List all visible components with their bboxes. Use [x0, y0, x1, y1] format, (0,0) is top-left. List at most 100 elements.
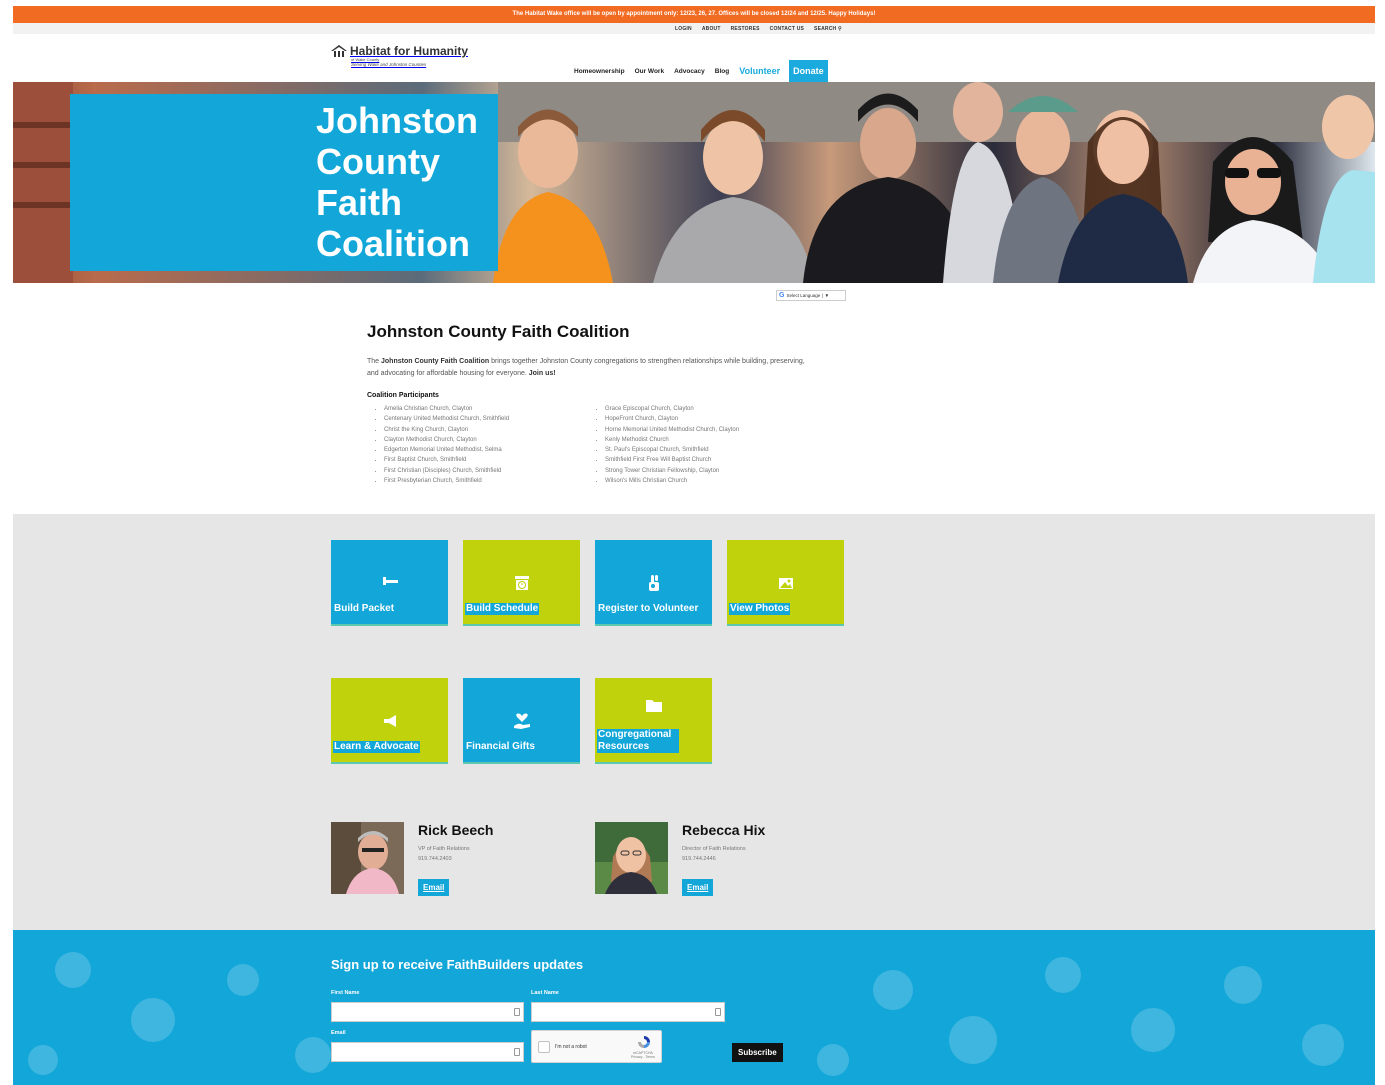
autofill-icon: [514, 1048, 520, 1056]
staff-title: VP of Faith Relations: [418, 846, 470, 852]
tile-financial-gifts[interactable]: Financial Gifts: [463, 678, 580, 764]
chevron-down-icon: | ▼: [822, 293, 830, 298]
nav-our-work[interactable]: Our Work: [635, 68, 665, 75]
list-item: Clayton Methodist Church, Clayton: [384, 435, 509, 445]
tile-label: Financial Gifts: [465, 741, 536, 753]
site-header: Habitat for Humanity of Wake County Serv…: [13, 34, 1375, 82]
avatar: [595, 822, 668, 894]
intro-cta: Join us!: [528, 370, 556, 377]
habitat-house-icon: [331, 45, 347, 57]
list-item: Edgerton Memorial United Methodist, Selm…: [384, 445, 509, 455]
hammer-icon: [381, 574, 399, 592]
tile-label: Register to Volunteer: [597, 603, 700, 615]
recaptcha-label: I'm not a robot: [555, 1044, 587, 1050]
about-link[interactable]: ABOUT: [702, 26, 721, 32]
nav-advocacy[interactable]: Advocacy: [674, 68, 705, 75]
tile-label: Learn & Advocate: [333, 741, 420, 753]
list-item: Grace Episcopal Church, Clayton: [605, 404, 739, 414]
page: The Habitat Wake office will be open by …: [13, 0, 1375, 1085]
recaptcha-terms: Privacy - Terms: [630, 1055, 655, 1059]
search-icon: ⚲: [837, 25, 842, 32]
tile-label: Congregational Resources: [597, 729, 679, 753]
translate-label: Select Language: [786, 293, 821, 298]
first-name-field[interactable]: [331, 1002, 524, 1022]
donate-button[interactable]: Donate: [789, 60, 828, 82]
recaptcha-icon: [638, 1036, 650, 1048]
intro-text-start: The: [367, 358, 382, 365]
list-item: Smithfield First Free Will Baptist Churc…: [605, 455, 739, 465]
nav-blog[interactable]: Blog: [715, 68, 729, 75]
nav-homeownership[interactable]: Homeownership: [574, 68, 625, 75]
logo-tagline: Serving Wake and Johnston Counties: [351, 62, 427, 67]
tile-learn-advocate[interactable]: Learn & Advocate: [331, 678, 448, 764]
participants-list-right: Grace Episcopal Church, Clayton HopeFron…: [588, 404, 739, 486]
signup-section: Sign up to receive FaithBuilders updates…: [13, 930, 1375, 1085]
email-label: Email: [331, 1030, 346, 1036]
staff-phone: 919.744.2446: [682, 856, 716, 862]
list-item: St. Paul's Episcopal Church, Smithfield: [605, 445, 739, 455]
utility-nav: LOGIN ABOUT RESTORES CONTACT US SEARCH ⚲: [675, 23, 842, 34]
contact-us-link[interactable]: CONTACT US: [770, 26, 804, 32]
list-item: Wilson's Mills Christian Church: [605, 476, 739, 486]
logo-name: Habitat for Humanity: [350, 44, 469, 58]
tile-build-schedule[interactable]: Build Schedule: [463, 540, 580, 626]
search-label: SEARCH: [814, 25, 837, 32]
tile-label: Build Schedule: [465, 603, 540, 615]
tile-register-volunteer[interactable]: Register to Volunteer: [595, 540, 712, 626]
staff-name: Rebecca Hix: [682, 822, 766, 838]
photo-icon: [777, 574, 795, 592]
page-title: Johnston County Faith Coalition: [367, 322, 630, 341]
avatar: [331, 822, 404, 894]
intro-section: Johnston County Faith Coalition The John…: [367, 322, 817, 484]
hand-raised-icon: [645, 574, 663, 592]
signup-heading: Sign up to receive FaithBuilders updates: [331, 957, 584, 972]
list-item: Strong Tower Christian Fellowship, Clayt…: [605, 466, 739, 476]
calendar-clock-icon: [513, 574, 531, 592]
subscribe-button[interactable]: Subscribe: [732, 1043, 783, 1062]
first-name-label: First Name: [331, 990, 360, 996]
hero-title: Johnston County Faith Coalition: [316, 100, 478, 264]
last-name-field[interactable]: [531, 1002, 725, 1022]
autofill-icon: [514, 1008, 520, 1016]
recaptcha-widget: I'm not a robot reCAPTCHA Privacy - Terms: [531, 1030, 662, 1063]
staff-phone: 919.744.2403: [418, 856, 452, 862]
email-button[interactable]: Email: [418, 879, 450, 896]
intro-org-name: Johnston County Faith Coalition: [381, 358, 490, 365]
tile-view-photos[interactable]: View Photos: [727, 540, 844, 626]
list-item: Kenly Methodist Church: [605, 435, 739, 445]
list-item: Christ the King Church, Clayton: [384, 425, 509, 435]
list-item: First Christian (Disciples) Church, Smit…: [384, 466, 509, 476]
email-button[interactable]: Email: [682, 879, 714, 896]
participants-list-left: Amelia Christian Church, Clayton Centena…: [367, 404, 509, 486]
resource-tiles-section: Build Packet Build Schedule Register to …: [13, 514, 1375, 930]
staff-name: Rick Beech: [418, 822, 494, 838]
hero-title-box: Johnston County Faith Coalition: [70, 94, 498, 271]
list-item: Centenary United Methodist Church, Smith…: [384, 414, 509, 424]
hero-banner: Johnston County Faith Coalition: [13, 82, 1375, 283]
utility-bar: LOGIN ABOUT RESTORES CONTACT US SEARCH ⚲: [13, 23, 1375, 34]
habitat-logo[interactable]: Habitat for Humanity of Wake County Serv…: [331, 44, 468, 67]
translate-widget[interactable]: G Select Language | ▼: [776, 290, 846, 301]
google-icon: G: [779, 292, 785, 299]
tile-congregational-resources[interactable]: Congregational Resources: [595, 678, 712, 764]
search-link[interactable]: SEARCH ⚲: [814, 26, 842, 32]
participants-heading: Coalition Participants: [367, 392, 439, 399]
autofill-icon: [715, 1008, 721, 1016]
last-name-label: Last Name: [531, 990, 559, 996]
intro-text: The Johnston County Faith Coalition brin…: [367, 356, 817, 380]
recaptcha-checkbox[interactable]: [538, 1041, 550, 1053]
heart-hand-icon: [513, 712, 531, 730]
main-nav: Homeownership Our Work Advocacy Blog Vol…: [574, 60, 828, 82]
tile-build-packet[interactable]: Build Packet: [331, 540, 448, 626]
login-link[interactable]: LOGIN: [675, 26, 692, 32]
list-item: First Baptist Church, Smithfield: [384, 455, 509, 465]
megaphone-icon: [381, 712, 399, 730]
email-field[interactable]: [331, 1042, 524, 1062]
tile-label: Build Packet: [333, 603, 396, 615]
tile-label: View Photos: [729, 603, 791, 615]
list-item: First Presbyterian Church, Smithfield: [384, 476, 509, 486]
list-item: Amelia Christian Church, Clayton: [384, 404, 509, 414]
nav-volunteer[interactable]: Volunteer: [739, 66, 780, 76]
restores-link[interactable]: RESTORES: [731, 26, 760, 32]
logo-wordmark: Habitat for Humanity: [331, 44, 468, 58]
